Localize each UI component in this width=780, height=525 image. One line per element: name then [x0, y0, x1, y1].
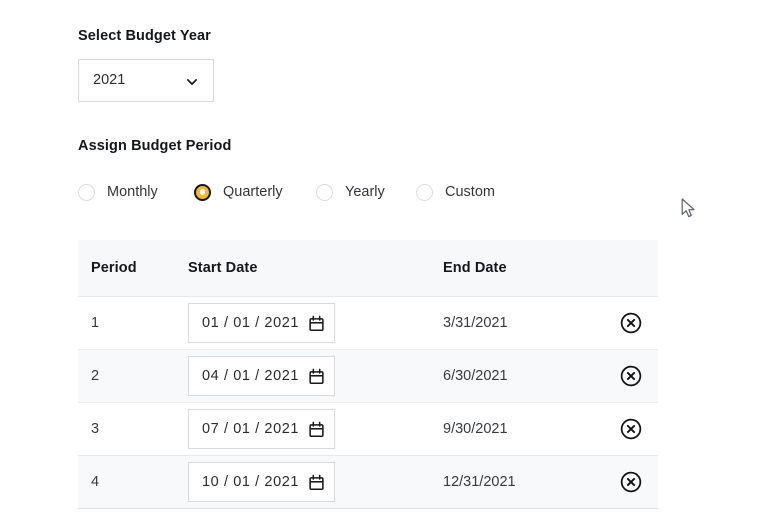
calendar-icon[interactable] [308, 474, 325, 491]
column-header-end-date: End Date [443, 260, 507, 276]
table-header-row: Period Start Date End Date [78, 240, 658, 296]
radio-indicator-quarterly[interactable] [194, 183, 211, 201]
column-header-start-date: Start Date [188, 260, 258, 276]
start-date-input[interactable]: 07 / 01 / 2021 [188, 409, 336, 449]
circle-x-icon[interactable] [620, 471, 642, 493]
cell-end-date: 6/30/2021 [443, 368, 508, 384]
radio-option-yearly[interactable]: Yearly [316, 178, 385, 206]
cell-period: 3 [91, 421, 100, 437]
start-date-input[interactable]: 04 / 01 / 2021 [188, 356, 336, 396]
cell-period: 2 [91, 368, 100, 384]
radio-label-custom: Custom [445, 184, 495, 200]
table-row: 4 10 / 01 / 2021 12/31/2021 [78, 455, 658, 508]
calendar-icon[interactable] [308, 368, 325, 385]
start-date-input[interactable]: 10 / 01 / 2021 [188, 462, 336, 502]
cell-end-date: 12/31/2021 [443, 474, 516, 490]
radio-label-quarterly: Quarterly [223, 184, 283, 200]
column-header-period: Period [91, 260, 137, 276]
table-row: 1 01 / 01 / 2021 3/31/2021 [78, 296, 658, 349]
circle-x-icon[interactable] [620, 418, 642, 440]
circle-x-icon[interactable] [620, 365, 642, 387]
cell-period: 1 [91, 315, 100, 331]
table-row: 2 04 / 01 / 2021 6/30/2021 [78, 349, 658, 402]
table-row: 3 07 / 01 / 2021 9/30/2021 [78, 402, 658, 455]
start-date-value: 10 / 01 / 2021 [202, 474, 300, 490]
radio-option-quarterly[interactable]: Quarterly [194, 178, 283, 206]
start-date-value: 07 / 01 / 2021 [202, 421, 300, 437]
budget-year-label: Select Budget Year [78, 28, 211, 44]
cell-end-date: 3/31/2021 [443, 315, 508, 331]
radio-label-monthly: Monthly [107, 184, 158, 200]
budget-period-form: Select Budget Year 2021 Assign Budget Pe… [0, 0, 780, 525]
radio-indicator-custom[interactable] [416, 183, 433, 201]
calendar-icon[interactable] [308, 421, 325, 438]
cell-period: 4 [91, 474, 100, 490]
start-date-value: 01 / 01 / 2021 [202, 315, 300, 331]
cell-end-date: 9/30/2021 [443, 421, 508, 437]
budget-period-label: Assign Budget Period [78, 138, 232, 154]
radio-option-monthly[interactable]: Monthly [78, 178, 158, 206]
chevron-down-icon [186, 79, 198, 85]
radio-label-yearly: Yearly [345, 184, 385, 200]
budget-year-selected-value: 2021 [93, 72, 126, 88]
radio-indicator-monthly[interactable] [78, 183, 95, 201]
budget-periods-table: Period Start Date End Date 1 01 / 01 / 2… [78, 240, 658, 509]
start-date-value: 04 / 01 / 2021 [202, 368, 300, 384]
radio-option-custom[interactable]: Custom [416, 178, 495, 206]
mouse-cursor [681, 198, 695, 218]
calendar-icon[interactable] [308, 315, 325, 332]
budget-year-select[interactable]: 2021 [78, 59, 214, 102]
start-date-input[interactable]: 01 / 01 / 2021 [188, 303, 336, 343]
radio-indicator-yearly[interactable] [316, 183, 333, 201]
circle-x-icon[interactable] [620, 312, 642, 334]
